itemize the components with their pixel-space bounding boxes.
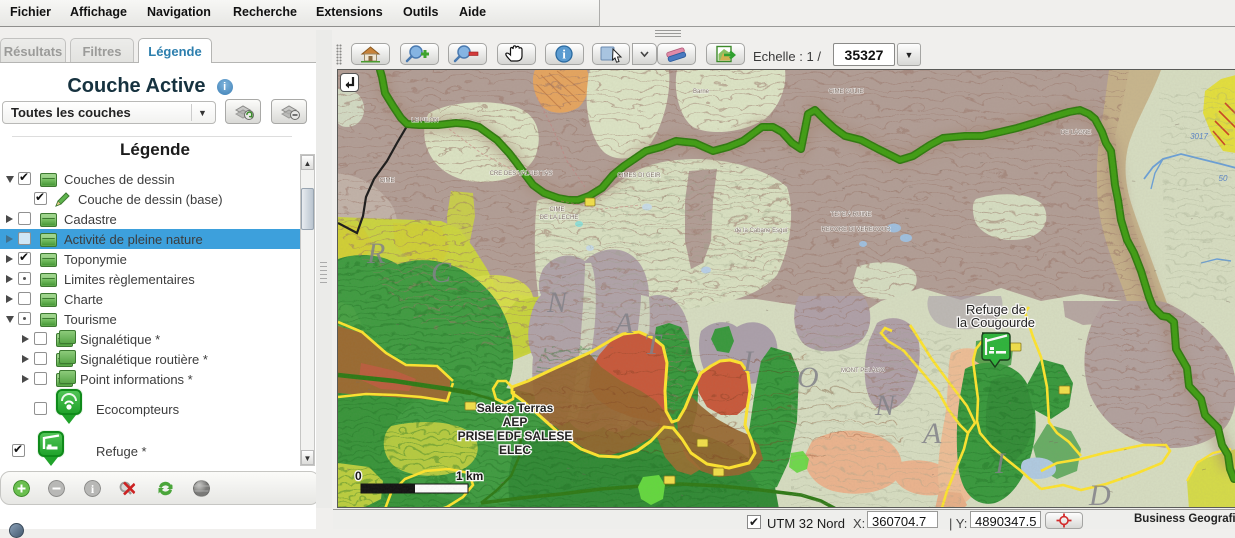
svg-text:i: i	[562, 47, 566, 62]
